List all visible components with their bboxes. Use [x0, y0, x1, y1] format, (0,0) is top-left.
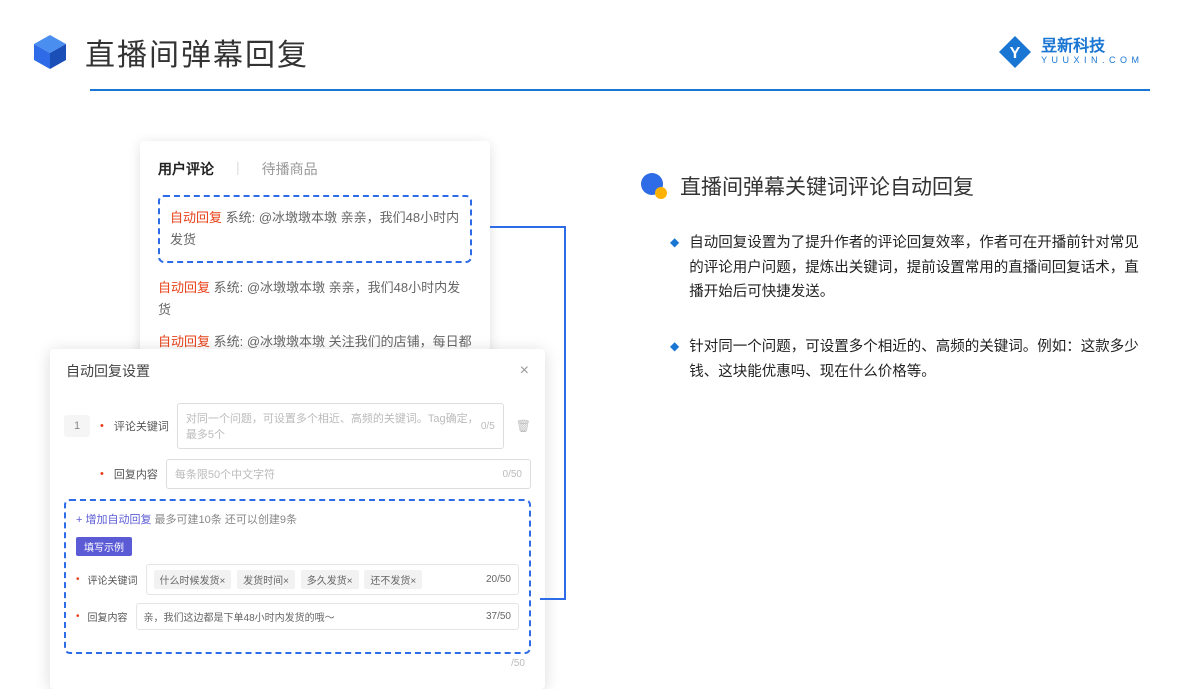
chat-bubble-icon — [640, 172, 668, 200]
example-badge: 填写示例 — [76, 537, 132, 556]
add-reply-link[interactable]: + 增加自动回复 — [76, 514, 151, 526]
example-box: + 增加自动回复 最多可建10条 还可以创建9条 填写示例 • 评论关键词 什么… — [64, 499, 531, 654]
svg-text:Y: Y — [1010, 45, 1021, 62]
content-label: 回复内容 — [114, 466, 158, 482]
auto-reply-tag: 自动回复 — [170, 210, 222, 225]
tag-chip[interactable]: 什么时候发货× — [154, 570, 232, 589]
add-hint: 最多可建10条 还可以创建9条 — [155, 514, 297, 526]
bullet-text: 自动回复设置为了提升作者的评论回复效率，作者可在开播前针对常见的评论用户问题，提… — [689, 231, 1140, 305]
page-title: 直播间弹幕回复 — [85, 30, 309, 74]
ex-keyword-field[interactable]: 什么时候发货× 发货时间× 多久发货× 还不发货× 20/50 — [146, 564, 519, 595]
bullet-text: 针对同一个问题，可设置多个相近的、高频的关键词。例如：这款多少钱、这块能优惠吗、… — [689, 335, 1140, 384]
auto-reply-tag: 自动回复 — [158, 280, 210, 295]
cube-logo-icon — [30, 32, 70, 72]
required-dot: • — [76, 611, 80, 622]
ex-content-label: 回复内容 — [88, 609, 128, 624]
brand-name-cn: 昱新科技 — [1041, 38, 1140, 56]
row-index: 1 — [64, 415, 90, 437]
keyword-input[interactable]: 对同一个问题，可设置多个相近、高频的关键词。Tag确定，最多5个0/5 — [177, 403, 504, 449]
ex-content-field[interactable]: 亲，我们这边都是下单48小时内发货的哦～37/50 — [136, 603, 519, 630]
brand-name-en: Y U U X I N . C O M — [1041, 56, 1140, 66]
connector-line — [490, 224, 570, 604]
auto-reply-tag: 自动回复 — [158, 334, 210, 349]
highlight-reply-box: 自动回复 系统: @冰墩墩本墩 亲亲，我们48小时内发货 — [158, 195, 472, 263]
tag-chip[interactable]: 发货时间× — [237, 570, 295, 589]
tab-separator: | — [236, 159, 240, 179]
tab-pending-products[interactable]: 待播商品 — [262, 159, 318, 179]
brand-icon: Y — [997, 34, 1033, 70]
keyword-label: 评论关键词 — [114, 418, 169, 434]
section-title: 直播间弹幕关键词评论自动回复 — [680, 171, 974, 201]
brand-logo: Y 昱新科技 Y U U X I N . C O M — [997, 34, 1140, 70]
tab-user-comments[interactable]: 用户评论 — [158, 159, 214, 179]
settings-title: 自动回复设置 — [66, 361, 150, 381]
tag-chip[interactable]: 多久发货× — [301, 570, 359, 589]
tag-chip[interactable]: 还不发货× — [364, 570, 422, 589]
bullet-icon: ◆ — [670, 235, 679, 305]
required-dot: • — [100, 468, 104, 480]
settings-card: 自动回复设置 × 1 • 评论关键词 对同一个问题，可设置多个相近、高频的关键词… — [50, 349, 545, 689]
required-dot: • — [100, 420, 104, 432]
bullet-icon: ◆ — [670, 339, 679, 384]
ex-keyword-label: 评论关键词 — [88, 572, 138, 587]
required-dot: • — [76, 574, 80, 585]
content-input[interactable]: 每条限50个中文字符0/50 — [166, 459, 531, 489]
